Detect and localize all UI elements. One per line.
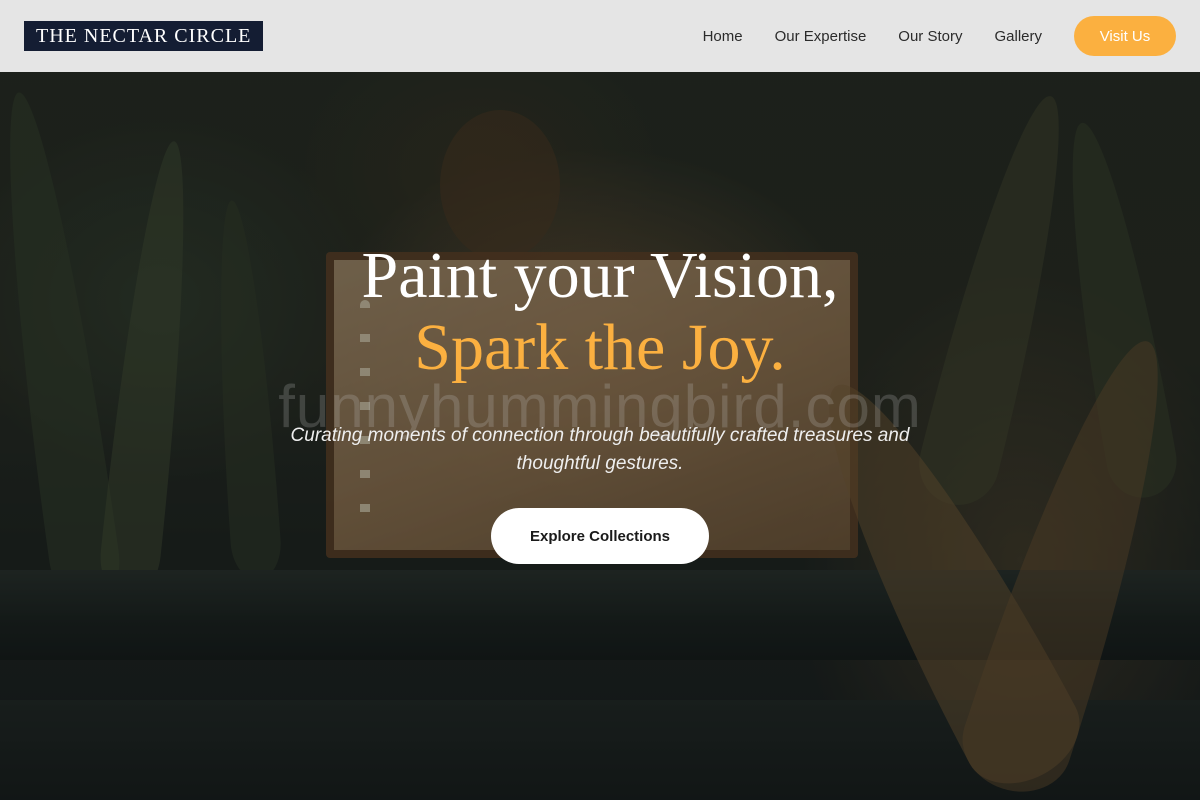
- hero-content: Paint your Vision, Spark the Joy. Curati…: [0, 240, 1200, 564]
- explore-collections-button[interactable]: Explore Collections: [491, 508, 709, 564]
- nav-home-link[interactable]: Home: [703, 28, 743, 45]
- visit-us-button[interactable]: Visit Us: [1074, 16, 1176, 56]
- headline-line-2: Spark the Joy.: [414, 311, 786, 384]
- site-header: THE NECTAR CIRCLE Home Our Expertise Our…: [0, 0, 1200, 72]
- main-nav: Home Our Expertise Our Story Gallery Vis…: [703, 16, 1176, 56]
- hero-subtitle: Curating moments of connection through b…: [290, 425, 910, 474]
- site-logo[interactable]: THE NECTAR CIRCLE: [24, 21, 264, 51]
- headline-line-1: Paint your Vision,: [361, 239, 839, 312]
- nav-gallery-link[interactable]: Gallery: [994, 28, 1042, 45]
- nav-story-link[interactable]: Our Story: [898, 28, 962, 45]
- nav-expertise-link[interactable]: Our Expertise: [775, 28, 867, 45]
- hero-headline: Paint your Vision, Spark the Joy.: [0, 240, 1200, 384]
